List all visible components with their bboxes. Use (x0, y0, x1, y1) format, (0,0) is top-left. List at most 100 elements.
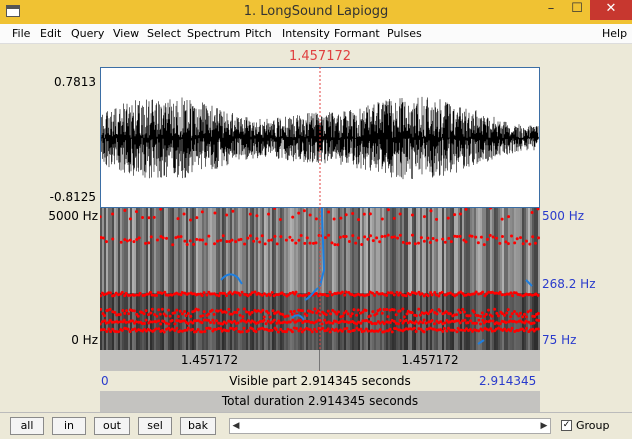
formant-point (148, 290, 152, 294)
menu-formant[interactable]: Formant (332, 24, 382, 44)
formant-point (537, 236, 540, 240)
formant-point (394, 313, 398, 317)
formant-point (295, 327, 299, 331)
formant-point (310, 330, 314, 334)
formant-point (198, 238, 202, 242)
menu-edit[interactable]: Edit (38, 24, 63, 44)
formant-point (493, 307, 497, 311)
formant-point (417, 241, 421, 245)
formant-point (279, 235, 283, 239)
visible-start-time: 0 (101, 374, 109, 388)
formant-point (330, 293, 334, 297)
formant-point (437, 294, 441, 298)
formant-point (261, 308, 265, 312)
horizontal-scrollbar[interactable]: ◀ ▶ (229, 418, 551, 434)
formant-point (238, 313, 242, 317)
zoom-in-button[interactable]: in (52, 417, 86, 435)
menu-spectrum[interactable]: Spectrum (185, 24, 242, 44)
formant-point (509, 315, 513, 319)
formant-point (147, 216, 151, 220)
formant-point (479, 314, 483, 318)
selection-left-time[interactable]: 1.457172 (100, 350, 319, 371)
formant-point (236, 308, 240, 312)
formant-point (176, 217, 180, 221)
formant-point (219, 327, 223, 331)
formant-point (371, 291, 375, 295)
formant-point (419, 236, 423, 240)
formant-point (230, 312, 234, 316)
formant-point (386, 315, 390, 319)
formant-point (430, 293, 434, 297)
formant-point (522, 329, 526, 333)
formant-point (120, 328, 124, 332)
formant-point (390, 330, 394, 334)
menu-intensity[interactable]: Intensity (280, 24, 332, 44)
formant-point (498, 322, 502, 326)
zoom-out-button[interactable]: out (94, 417, 130, 435)
formant-point (323, 318, 327, 322)
formant-point (163, 290, 167, 294)
formant-point (359, 321, 363, 325)
formant-point (533, 241, 537, 245)
total-duration-row[interactable]: Total duration 2.914345 seconds (100, 391, 540, 412)
formant-point (443, 240, 447, 244)
formant-point (500, 293, 504, 297)
zoom-all-button[interactable]: all (10, 417, 44, 435)
formant-point (413, 242, 417, 246)
menu-select[interactable]: Select (145, 24, 183, 44)
menu-view[interactable]: View (111, 24, 141, 44)
formant-point (398, 233, 402, 237)
close-button[interactable]: ✕ (590, 0, 632, 20)
menu-query[interactable]: Query (69, 24, 106, 44)
menu-file[interactable]: File (10, 24, 32, 44)
zoom-sel-button[interactable]: sel (138, 417, 172, 435)
pitch-bottom-label: 75 Hz (542, 333, 577, 347)
formant-point (398, 319, 402, 323)
group-checkbox[interactable]: ✓ (561, 420, 572, 431)
formant-point (452, 328, 456, 332)
formant-point (215, 319, 219, 323)
zoom-back-button[interactable]: bak (180, 417, 216, 435)
selection-row[interactable]: 1.457172 1.457172 (100, 350, 540, 371)
minimize-button[interactable]: – (538, 0, 564, 20)
formant-point (107, 327, 111, 331)
scroll-right-icon[interactable]: ▶ (538, 419, 550, 433)
scroll-left-icon[interactable]: ◀ (230, 419, 242, 433)
formant-point (513, 241, 517, 245)
maximize-button[interactable]: ☐ (564, 0, 590, 20)
formant-point (531, 235, 535, 239)
formant-point (464, 208, 468, 211)
formant-point (458, 321, 462, 325)
formant-point (255, 237, 259, 241)
formant-point (227, 307, 231, 311)
formant-point (500, 235, 504, 239)
formant-point (336, 243, 340, 247)
selection-right-time[interactable]: 1.457172 (320, 350, 540, 371)
formant-point (386, 291, 390, 295)
formant-point (455, 330, 459, 334)
formant-point (252, 239, 256, 243)
formant-point (132, 240, 136, 244)
formant-point (344, 234, 348, 238)
formant-point (521, 242, 525, 246)
formant-point (304, 293, 308, 297)
formant-point (258, 240, 262, 244)
formant-point (401, 307, 405, 311)
formant-point (103, 314, 107, 318)
formant-point (132, 293, 136, 297)
formant-point (209, 320, 213, 324)
menu-help[interactable]: Help (600, 24, 629, 44)
formant-point (297, 238, 301, 242)
formant-point (200, 210, 204, 214)
formant-point (420, 292, 424, 296)
visible-part-row[interactable]: Visible part 2.914345 seconds (100, 371, 540, 391)
formant-point (438, 309, 442, 313)
formant-point (446, 326, 450, 330)
formant-point (371, 310, 375, 314)
formant-point (410, 213, 414, 217)
formant-point (498, 290, 502, 294)
formant-point (219, 238, 223, 242)
menu-pulses[interactable]: Pulses (385, 24, 424, 44)
menu-pitch[interactable]: Pitch (243, 24, 274, 44)
formant-point (402, 315, 406, 319)
